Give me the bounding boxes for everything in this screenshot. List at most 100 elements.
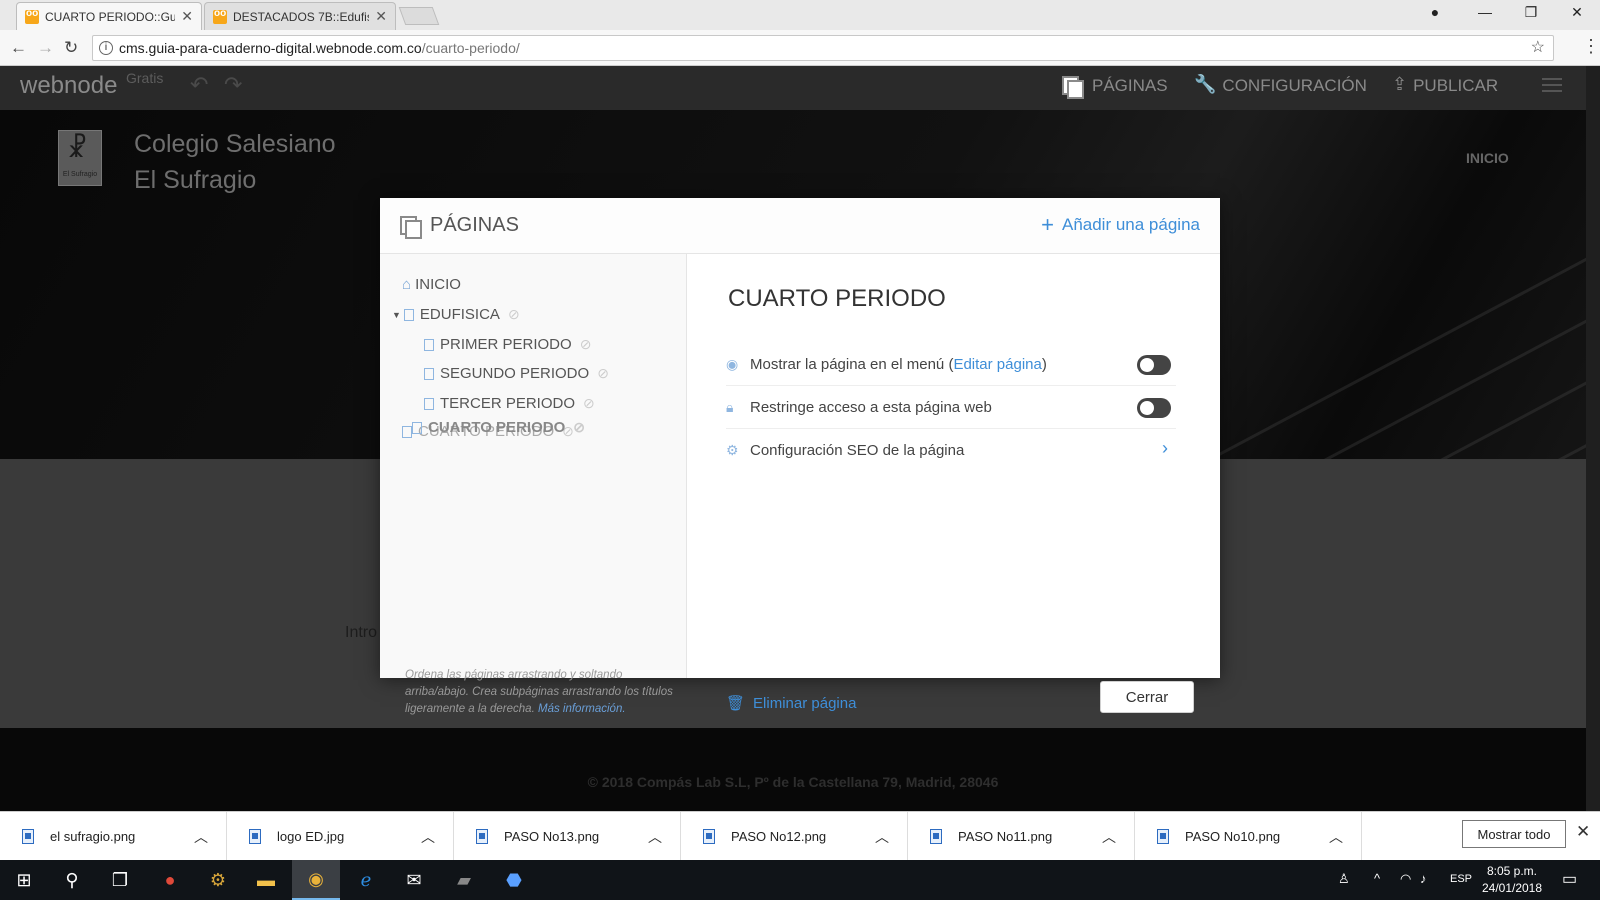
site-name-line1: Colegio Salesiano [134, 130, 336, 158]
download-item[interactable]: el sufragio.png ︿ [0, 812, 227, 861]
people-icon[interactable]: ♙ [1338, 871, 1350, 887]
chrome-icon[interactable]: ◉ [292, 860, 340, 900]
site-favicon-icon [213, 8, 227, 24]
forward-icon[interactable]: → [37, 38, 54, 58]
image-file-icon [703, 829, 715, 844]
caret-down-icon[interactable]: ▼ [392, 310, 401, 320]
info-icon[interactable]: i [99, 41, 113, 55]
chevron-up-tray-icon[interactable]: ^ [1374, 871, 1380, 886]
new-tab-button[interactable] [398, 7, 440, 25]
restrict-access-toggle[interactable] [1137, 398, 1171, 418]
browser-tab-strip: CUARTO PERIODO::Guia- ✕ DESTACADOS 7B::E… [0, 0, 1600, 30]
internet-explorer-icon[interactable]: ℯ [342, 860, 390, 900]
site-footer: © 2018 Compás Lab S.L, Pº de la Castella… [0, 728, 1586, 811]
site-menu-inicio[interactable]: INICIO [1466, 150, 1509, 166]
clock-date: 24/01/2018 [1481, 881, 1543, 895]
page-icon [403, 308, 414, 321]
restrict-access-row: 🔒︎ Restringe acceso a esta página web [726, 386, 1176, 429]
tree-item-segundo-periodo[interactable]: SEGUNDO PERIODO ⊘ [424, 365, 609, 382]
reload-icon[interactable]: ↻ [64, 38, 78, 58]
settings-app-icon[interactable]: ⚙ [194, 860, 242, 900]
windows-start-icon[interactable]: ⊞ [0, 860, 48, 900]
seo-settings-row[interactable]: ⚙ Configuración SEO de la página › [726, 429, 1176, 472]
show-in-menu-label: Mostrar la página en el menú ( [750, 355, 954, 373]
pages-icon [1062, 76, 1084, 99]
search-icon[interactable]: ⚲ [48, 860, 96, 900]
chevron-up-icon[interactable]: ︿ [1102, 827, 1116, 847]
notifications-icon[interactable]: ▭ [1562, 869, 1577, 889]
downloads-shelf: el sufragio.png ︿ logo ED.jpg ︿ PASO No1… [0, 811, 1600, 861]
profile-icon[interactable]: ● [1412, 4, 1458, 20]
nav-pages-button[interactable]: PÁGINAS [1062, 76, 1168, 99]
tab-close-icon[interactable]: ✕ [375, 8, 387, 25]
chevron-up-icon[interactable]: ︿ [194, 827, 208, 847]
hidden-eye-icon: ⊘ [573, 419, 585, 435]
nav-settings-button[interactable]: 🔧 CONFIGURACIÓN [1194, 74, 1367, 96]
undo-icon[interactable]: ↶ [190, 72, 208, 98]
download-item[interactable]: PASO No12.png ︿ [681, 812, 908, 861]
minimize-button[interactable]: — [1462, 4, 1508, 20]
download-filename: logo ED.jpg [277, 829, 345, 844]
tree-item-edufisica[interactable]: ▼ EDUFISICA ⊘ [392, 306, 520, 323]
more-info-link[interactable]: Más información. [538, 703, 626, 715]
app-icon-red[interactable]: ● [146, 860, 194, 900]
clock-time: 8:05 p.m. [1486, 864, 1538, 878]
show-in-menu-toggle[interactable] [1137, 355, 1171, 375]
redo-icon[interactable]: ↷ [224, 72, 242, 98]
browser-tab[interactable]: DESTACADOS 7B::Edufis ✕ [204, 2, 396, 30]
page-icon [424, 338, 434, 351]
download-filename: PASO No11.png [958, 829, 1053, 844]
chevron-up-icon[interactable]: ︿ [875, 827, 889, 847]
add-page-button[interactable]: + Añadir una página [1041, 212, 1200, 237]
back-icon[interactable]: ← [10, 38, 27, 58]
tree-item-tercer-periodo[interactable]: TERCER PERIODO ⊘ [424, 395, 595, 412]
system-clock[interactable]: 8:05 p.m. 24/01/2018 [1480, 863, 1544, 897]
download-item[interactable]: PASO No11.png ︿ [908, 812, 1135, 861]
close-window-button[interactable]: ✕ [1554, 4, 1600, 21]
mail-icon[interactable]: ✉ [390, 860, 438, 900]
close-shelf-icon[interactable]: ✕ [1576, 822, 1590, 842]
site-name[interactable]: Colegio Salesiano El Sufragio [134, 126, 336, 198]
show-all-downloads-button[interactable]: Mostrar todo [1462, 820, 1566, 848]
site-name-line2: El Sufragio [134, 166, 257, 194]
edit-page-link[interactable]: Editar página [953, 356, 1041, 373]
task-view-icon[interactable]: ❐ [96, 860, 144, 900]
plus-icon: + [1041, 212, 1054, 237]
hamburger-menu-icon[interactable] [1542, 78, 1562, 92]
tree-item-label: PRIMER PERIODO [440, 336, 572, 353]
tree-item-primer-periodo[interactable]: PRIMER PERIODO ⊘ [424, 336, 591, 353]
restore-button[interactable]: ❐ [1508, 4, 1554, 21]
paint-app-icon[interactable]: ⬣ [490, 860, 538, 900]
wrench-icon: 🔧 [1194, 74, 1217, 94]
address-bar[interactable]: i cms.guia-para-cuaderno-digital.webnode… [92, 35, 1554, 61]
page-scrollbar[interactable] [1586, 66, 1600, 811]
modal-title-label: PÁGINAS [430, 214, 519, 236]
device-app-icon[interactable]: ▰ [440, 860, 488, 900]
browser-menu-icon[interactable]: ⋮ [1582, 36, 1600, 57]
volume-icon[interactable]: ♪ [1420, 871, 1427, 886]
language-indicator[interactable]: ESP [1450, 873, 1472, 885]
download-filename: PASO No13.png [504, 829, 600, 844]
bookmark-star-icon[interactable]: ☆ [1531, 36, 1545, 60]
download-item[interactable]: logo ED.jpg ︿ [227, 812, 454, 861]
chevron-up-icon[interactable]: ︿ [421, 827, 435, 847]
gear-icon: ⚙ [726, 442, 739, 458]
image-file-icon [249, 829, 261, 844]
chevron-up-icon[interactable]: ︿ [1329, 827, 1343, 847]
browser-tab-active[interactable]: CUARTO PERIODO::Guia- ✕ [16, 2, 202, 30]
nav-publish-button[interactable]: ⇪ PUBLICAR [1392, 75, 1498, 96]
chevron-up-icon[interactable]: ︿ [648, 827, 662, 847]
chevron-right-icon: › [1162, 438, 1168, 458]
tree-item-cuarto-periodo-dragging[interactable]: CUARTO PERIODO ⊘ [412, 419, 585, 436]
delete-page-button[interactable]: 🗑︎ Eliminar página [726, 694, 856, 713]
tab-close-icon[interactable]: ✕ [181, 8, 193, 25]
tree-item-inicio[interactable]: ⌂ INICIO [402, 276, 461, 293]
pages-modal: PÁGINAS + Añadir una página ⌂ INICIO ▼ E… [380, 198, 1220, 715]
close-button[interactable]: Cerrar [1100, 681, 1194, 713]
hidden-eye-icon: ⊘ [583, 395, 595, 411]
download-item[interactable]: PASO No10.png ︿ [1135, 812, 1362, 861]
lock-icon: 🔒︎ [726, 398, 734, 415]
file-explorer-icon[interactable]: ▬ [242, 860, 290, 900]
download-item[interactable]: PASO No13.png ︿ [454, 812, 681, 861]
wifi-icon[interactable]: ◠ [1400, 871, 1411, 887]
